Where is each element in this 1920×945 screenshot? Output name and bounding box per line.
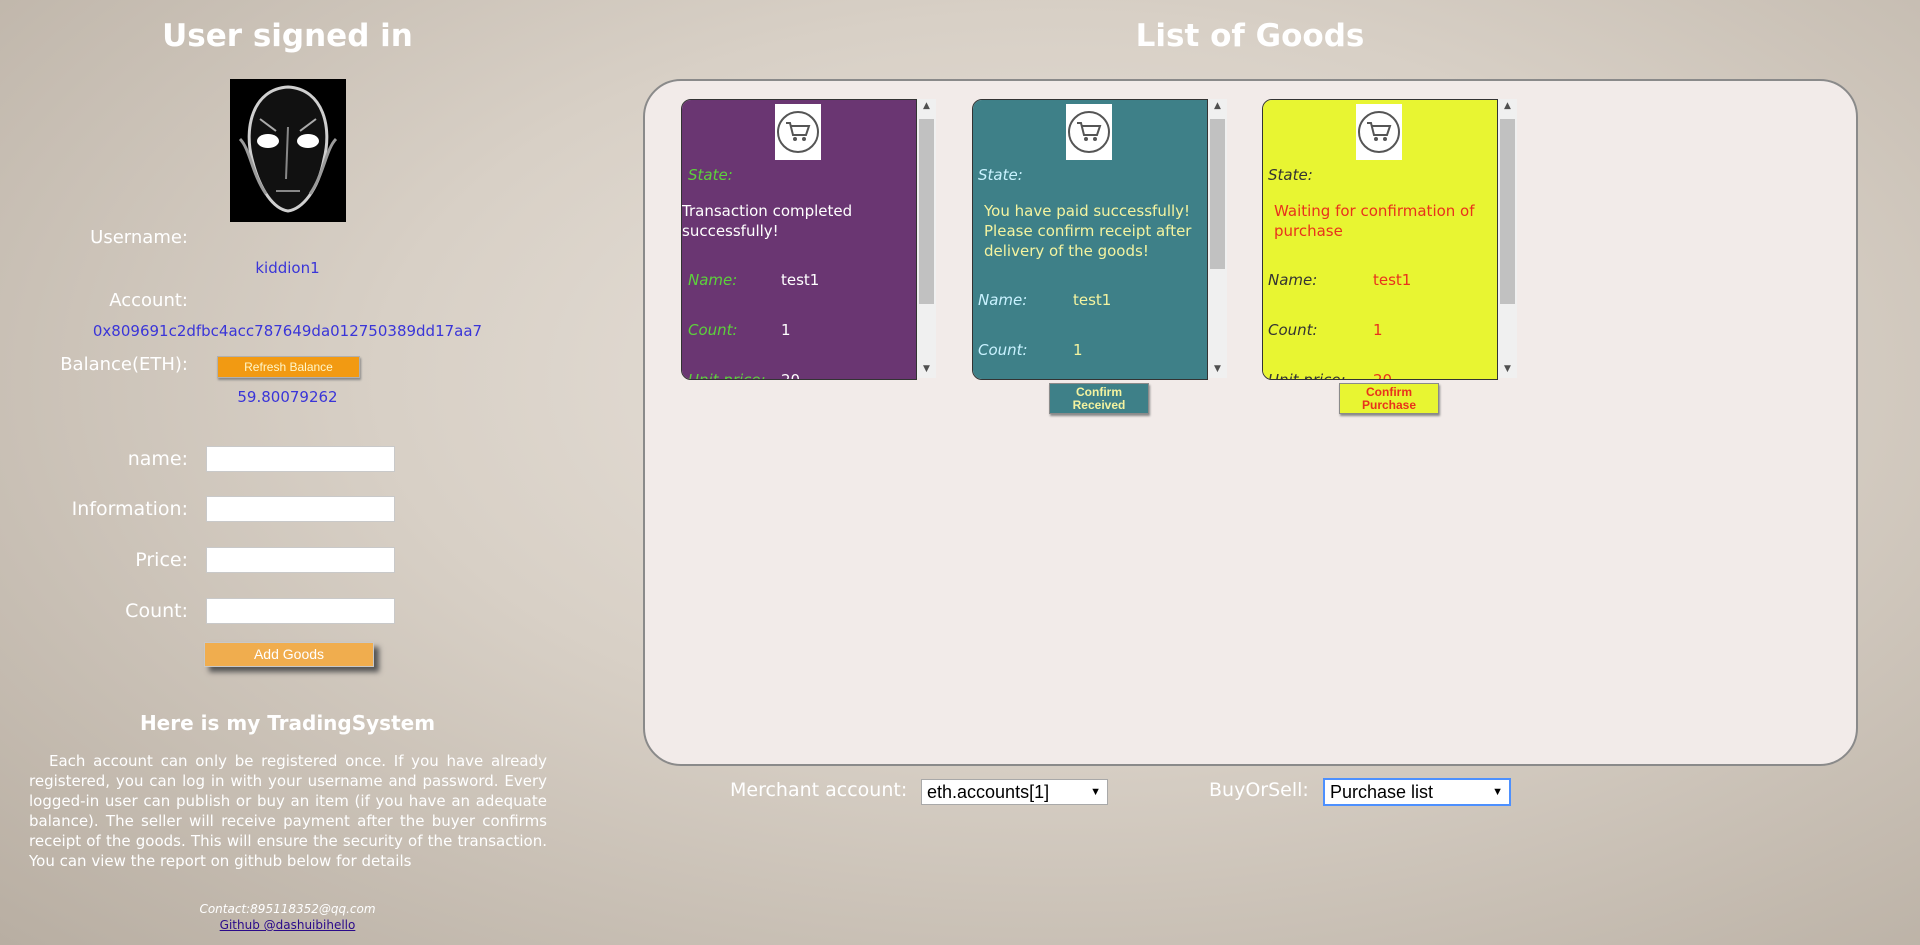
count-value: 1 [781,321,791,339]
count-label: Count: [688,321,738,339]
count-label: Count: [978,341,1028,359]
cart-icon [1077,122,1102,141]
buyorsell-select[interactable]: Purchase list ▼ [1323,778,1511,806]
card-3-scrollbar[interactable]: ▲ ▼ [1498,99,1517,378]
price-label: Price: [135,549,188,571]
unit-price-value: 20 [781,371,801,380]
confirm-received-button[interactable]: Confirm Received [1049,383,1149,414]
state-text: Transaction completed successfully! [682,202,853,240]
add-goods-button[interactable]: Add Goods [204,642,374,667]
count-label: Count: [125,600,188,622]
goods-card-3: State: Waiting for confirmation of purch… [1262,99,1498,380]
avatar [230,79,346,222]
count-value: 1 [1373,321,1383,339]
name-value: test1 [781,271,820,289]
description-text: Each account can only be registered once… [29,752,547,870]
user-signed-in-title: User signed in [162,18,413,54]
name-label: Name: [688,271,738,289]
username-value: kiddion1 [255,259,320,277]
cart-icon [786,122,811,141]
unit-price-label: Unit price: [688,371,766,380]
account-label: Account: [109,290,188,311]
github-link[interactable]: Github @dashuibihello [100,918,475,932]
trading-system-title: Here is my TradingSystem [139,711,436,735]
unit-price-value: 20 [1373,371,1393,380]
state-label: State: [688,166,733,184]
card-2-scrollbar[interactable]: ▲ ▼ [1208,99,1227,378]
goods-card-2: State: You have paid successfully! Pleas… [972,99,1208,380]
state-label: State: [1268,166,1313,184]
merchant-account-select[interactable]: eth.accounts[1] ▼ [921,779,1108,805]
state-label: State: [978,166,1023,184]
buyorsell-label: BuyOrSell: [1209,779,1309,801]
cart-image [775,104,821,160]
name-value: test1 [1373,271,1412,289]
buyorsell-value: Purchase list [1330,782,1434,802]
information-input[interactable] [206,496,395,522]
cart-image [1356,104,1402,160]
refresh-balance-button[interactable]: Refresh Balance [217,356,360,378]
count-value: 1 [1073,341,1083,359]
avatar-face-icon [230,79,346,222]
balance-label: Balance(ETH): [60,354,188,375]
unit-price-label: Unit price: [1268,371,1346,380]
username-label: Username: [90,227,188,248]
list-of-goods-title: List of Goods [1135,18,1365,54]
merchant-account-label: Merchant account: [730,779,908,801]
goods-card-1: State: Transaction completed successfull… [681,99,917,380]
state-text: Waiting for confirmation of purchase [1274,202,1475,240]
contact-text: Contact:895118352@qq.com [199,902,376,916]
confirm-purchase-button[interactable]: Confirm Purchase [1339,383,1439,414]
chevron-down-icon: ▼ [1492,786,1503,798]
cart-image [1066,104,1112,160]
cart-icon [1367,122,1392,141]
state-text: You have paid successfully! Please confi… [984,202,1192,260]
card-1-scrollbar[interactable]: ▲ ▼ [917,99,936,378]
count-input[interactable] [206,598,395,624]
account-value: 0x809691c2dfbc4acc787649da012750389dd17a… [92,322,483,340]
information-label: Information: [71,498,188,520]
name-input[interactable] [206,446,395,472]
balance-value: 59.80079262 [237,388,338,406]
name-label: Name: [978,291,1028,309]
name-label: name: [127,448,188,470]
price-input[interactable] [206,547,395,573]
count-label: Count: [1268,321,1318,339]
name-value: test1 [1073,291,1112,309]
name-label: Name: [1268,271,1318,289]
merchant-account-value: eth.accounts[1] [927,782,1050,802]
chevron-down-icon: ▼ [1090,786,1101,798]
